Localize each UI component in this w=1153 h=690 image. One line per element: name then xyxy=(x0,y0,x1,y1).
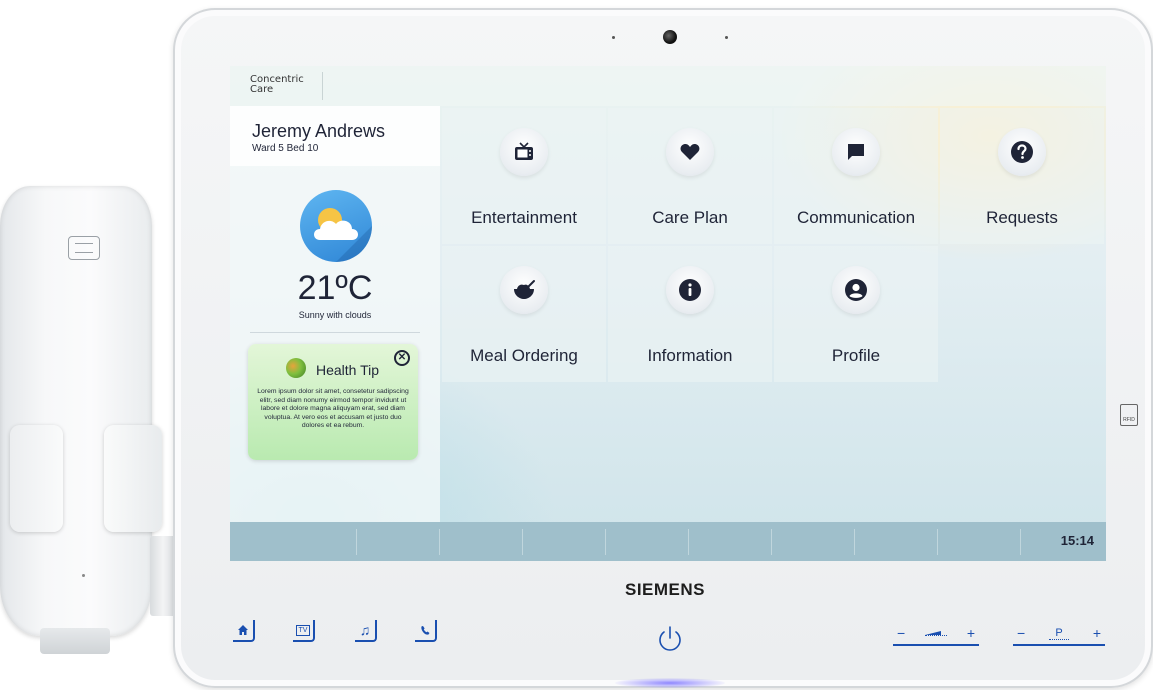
health-tip-body: Lorem ipsum dolor sit amet, consetetur s… xyxy=(257,388,409,430)
channel-down-button[interactable]: − xyxy=(1017,625,1025,641)
handset-clip-right xyxy=(104,425,162,532)
tile-communication[interactable]: Communication xyxy=(774,108,938,244)
handset-speaker-icon xyxy=(68,236,100,260)
volume-down-button[interactable]: − xyxy=(897,625,905,641)
weather-description: Sunny with clouds xyxy=(298,310,372,320)
channel-label: P xyxy=(1049,627,1069,640)
hw-home-button[interactable] xyxy=(233,620,255,642)
handset-mic-icon xyxy=(82,574,85,577)
channel-up-button[interactable]: + xyxy=(1093,625,1101,641)
status-bar-divider xyxy=(937,529,938,555)
sidebar-divider xyxy=(250,332,420,333)
tile-label: Care Plan xyxy=(652,208,728,227)
info-icon xyxy=(666,266,714,314)
app-logo-text: Concentric Care xyxy=(250,75,304,95)
phone-icon xyxy=(420,625,429,635)
patient-location: Ward 5 Bed 10 xyxy=(252,143,319,154)
status-bar-divider xyxy=(356,529,357,555)
home-icon xyxy=(238,625,248,635)
sidebar: Jeremy Andrews Ward 5 Bed 10 21ºC Sunny … xyxy=(230,106,440,522)
status-bar-divider xyxy=(522,529,523,555)
camera-icon xyxy=(663,30,677,44)
handset-clip-left xyxy=(10,425,63,532)
status-led xyxy=(615,678,725,688)
tile-meal-ordering[interactable]: Meal Ordering xyxy=(442,246,606,382)
status-bar-divider xyxy=(439,529,440,555)
chat-icon xyxy=(832,128,880,176)
temperature: 21ºC xyxy=(297,269,373,307)
tile-care-plan[interactable]: Care Plan xyxy=(608,108,772,244)
telephone-handset[interactable] xyxy=(0,186,152,636)
hw-tv-button[interactable]: TV xyxy=(293,620,315,642)
tv-icon xyxy=(500,128,548,176)
status-bar-divider xyxy=(688,529,689,555)
touch-screen: Concentric Care Jeremy Andrews Ward 5 Be… xyxy=(230,66,1106,561)
status-bar-divider xyxy=(605,529,606,555)
power-button[interactable] xyxy=(653,622,687,656)
patient-panel: Jeremy Andrews Ward 5 Bed 10 xyxy=(230,106,440,166)
volume-up-button[interactable]: + xyxy=(967,625,975,641)
power-icon xyxy=(659,626,681,651)
status-bar-divider xyxy=(771,529,772,555)
close-icon[interactable]: ✕ xyxy=(394,350,410,366)
tile-label: Entertainment xyxy=(471,208,577,227)
status-bar-divider xyxy=(854,529,855,555)
tile-requests[interactable]: Requests xyxy=(940,108,1104,244)
sensor-dot xyxy=(612,36,615,39)
hw-phone-button[interactable] xyxy=(415,620,437,642)
tile-label: Profile xyxy=(831,346,881,365)
sensor-dot xyxy=(725,36,728,39)
user-icon xyxy=(832,266,880,314)
volume-rocker[interactable]: − + xyxy=(893,622,979,646)
top-bar-divider xyxy=(322,72,323,100)
health-tip-card[interactable]: Health Tip ✕ Lorem ipsum dolor sit amet,… xyxy=(248,344,418,460)
volume-icon xyxy=(925,630,947,636)
tile-label: Communication xyxy=(796,208,916,227)
health-tip-image xyxy=(286,358,306,378)
tile-profile[interactable]: Profile xyxy=(774,246,938,382)
clock: 15:14 xyxy=(1060,533,1094,548)
tile-entertainment[interactable]: Entertainment xyxy=(442,108,606,244)
tv-icon: TV xyxy=(295,624,311,636)
bottom-status-bar: 15:14 xyxy=(230,522,1106,561)
tile-information[interactable]: Information xyxy=(608,246,772,382)
tile-label: Information xyxy=(647,346,733,365)
help-icon xyxy=(998,128,1046,176)
device-brand: SIEMENS xyxy=(624,580,706,599)
tile-label: Requests xyxy=(986,208,1058,227)
app-name-line2: Care xyxy=(250,84,274,95)
top-bar: Concentric Care xyxy=(230,66,1106,106)
music-icon: ♫ xyxy=(359,622,371,638)
handset-connector xyxy=(40,628,110,654)
heart-icon xyxy=(666,128,714,176)
tile-label: Meal Ordering xyxy=(470,346,578,365)
meal-icon xyxy=(500,266,548,314)
patient-name: Jeremy Andrews xyxy=(252,121,386,141)
channel-rocker[interactable]: − P + xyxy=(1013,622,1105,646)
health-tip-title: Health Tip xyxy=(316,362,380,378)
status-bar-divider xyxy=(1020,529,1021,555)
rfid-reader-icon: RFID xyxy=(1120,404,1138,426)
partly-cloudy-icon xyxy=(300,190,372,262)
hw-music-button[interactable]: ♫ xyxy=(355,620,377,642)
